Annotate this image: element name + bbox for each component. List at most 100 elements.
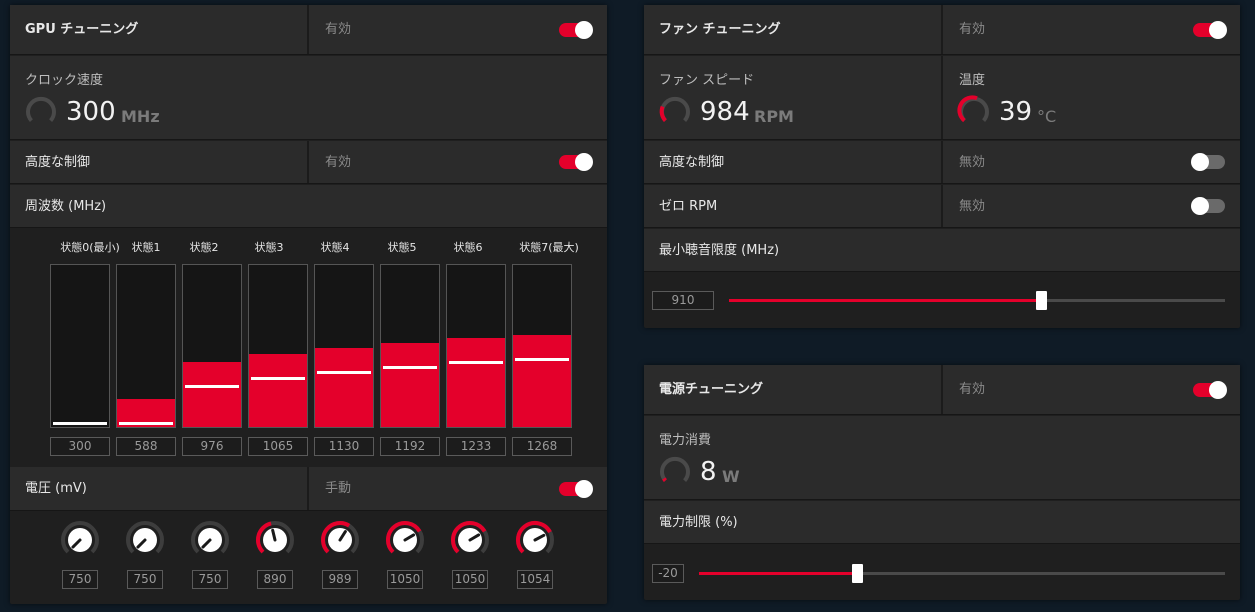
frequency-value-input[interactable]: 300: [50, 437, 110, 456]
state-label: 状態2: [189, 241, 219, 254]
power-limit-slider[interactable]: [699, 564, 1225, 583]
slider-fill: [729, 299, 1042, 302]
frequency-bar[interactable]: [116, 264, 176, 428]
gpu-advanced-status: 有効: [325, 155, 352, 170]
min-acoustic-row: 最小聴音限度 (MHz): [644, 229, 1240, 272]
gpu-advanced-toggle[interactable]: [559, 153, 593, 171]
gpu-advanced-label: 高度な制御: [25, 155, 91, 170]
frequency-bar[interactable]: [248, 264, 308, 428]
frequency-value-input[interactable]: 1130: [314, 437, 374, 456]
temperature-label: 温度: [959, 73, 986, 88]
frequency-value-input[interactable]: 1192: [380, 437, 440, 456]
voltage-dial[interactable]: [60, 520, 100, 560]
zero-rpm-label: ゼロ RPM: [659, 199, 718, 214]
frequency-value-input[interactable]: 1233: [446, 437, 506, 456]
gpu-tuning-title: GPU チューニング: [25, 22, 139, 37]
fan-speed-value: 984: [700, 97, 750, 127]
voltage-value-input[interactable]: 890: [257, 570, 293, 589]
frequency-header: 周波数 (MHz): [10, 185, 607, 228]
gauge-icon: [26, 96, 56, 122]
gpu-advanced-row: 高度な制御 有効: [10, 141, 607, 184]
fan-advanced-status: 無効: [959, 155, 986, 170]
power-tuning-status: 有効: [959, 382, 986, 397]
voltage-value-input[interactable]: 750: [127, 570, 163, 589]
zero-rpm-status: 無効: [959, 199, 986, 214]
voltage-dial[interactable]: [125, 520, 165, 560]
slider-fill: [699, 572, 857, 575]
fan-tuning-toggle[interactable]: [1193, 21, 1227, 39]
voltage-value-input[interactable]: 1050: [387, 570, 423, 589]
fan-speed-label: ファン スピード: [659, 73, 755, 88]
state-label: 状態6: [453, 241, 483, 254]
min-acoustic-label: 最小聴音限度 (MHz): [659, 243, 780, 258]
power-tuning-header: 電源チューニング 有効: [644, 365, 1240, 415]
voltage-value-input[interactable]: 750: [62, 570, 98, 589]
voltage-mode-status: 手動: [325, 481, 352, 496]
gauge-icon: [957, 95, 989, 123]
fan-tuning-header: ファン チューニング 有効: [644, 5, 1240, 55]
power-limit-row: 電力制限 (%): [644, 501, 1240, 544]
fan-advanced-row: 高度な制御 無効: [644, 141, 1240, 184]
state-label: 状態3: [254, 241, 284, 254]
power-limit-label: 電力制限 (%): [659, 515, 738, 530]
power-consumption-row: 電力消費 8 W: [644, 416, 1240, 500]
voltage-value-input[interactable]: 1050: [452, 570, 488, 589]
clock-speed-unit: MHz: [121, 107, 160, 126]
fan-tuning-status: 有効: [959, 22, 986, 37]
power-tuning-toggle[interactable]: [1193, 381, 1227, 399]
gpu-tuning-status: 有効: [325, 22, 352, 37]
frequency-value-input[interactable]: 1268: [512, 437, 572, 456]
fan-advanced-label: 高度な制御: [659, 155, 725, 170]
temperature-value: 39: [999, 97, 1033, 127]
power-limit-value-input[interactable]: -20: [652, 564, 684, 583]
voltage-value-input[interactable]: 1054: [517, 570, 553, 589]
frequency-bar[interactable]: [50, 264, 110, 428]
voltage-dial[interactable]: [385, 520, 425, 560]
frequency-bar[interactable]: [512, 264, 572, 428]
voltage-header: 電圧 (mV) 手動: [10, 467, 607, 511]
clock-speed-value: 300: [66, 97, 116, 127]
voltage-dial[interactable]: [190, 520, 230, 560]
voltage-value-input[interactable]: 989: [322, 570, 358, 589]
frequency-bar[interactable]: [314, 264, 374, 428]
state-label: 状態4: [320, 241, 350, 254]
voltage-dial[interactable]: [450, 520, 490, 560]
frequency-value-input[interactable]: 588: [116, 437, 176, 456]
voltage-title: 電圧 (mV): [25, 481, 87, 496]
frequency-bar[interactable]: [182, 264, 242, 428]
fan-speed-unit: RPM: [754, 107, 794, 126]
fan-tuning-title: ファン チューニング: [659, 22, 781, 37]
clock-speed-row: クロック速度 300 MHz: [10, 56, 607, 140]
frequency-value-input[interactable]: 976: [182, 437, 242, 456]
state-label: 状態5: [387, 241, 417, 254]
voltage-dial[interactable]: [255, 520, 295, 560]
power-consumption-label: 電力消費: [659, 433, 712, 448]
slider-thumb[interactable]: [851, 564, 863, 583]
zero-rpm-row: ゼロ RPM 無効: [644, 185, 1240, 228]
gpu-tuning-header: GPU チューニング 有効: [10, 5, 607, 55]
voltage-dial[interactable]: [320, 520, 360, 560]
slider-thumb[interactable]: [1036, 291, 1048, 310]
power-consumption-value: 8: [700, 457, 717, 487]
zero-rpm-toggle[interactable]: [1191, 197, 1225, 215]
fan-tuning-panel: ファン チューニング 有効 ファン スピード 984 RPM 温度 39 °C …: [644, 5, 1240, 328]
power-consumption-unit: W: [722, 467, 740, 486]
gauge-icon: [659, 96, 690, 123]
clock-speed-label: クロック速度: [25, 73, 104, 88]
voltage-toggle[interactable]: [559, 480, 593, 498]
gauge-icon: [660, 456, 690, 482]
frequency-value-input[interactable]: 1065: [248, 437, 308, 456]
frequency-bar[interactable]: [446, 264, 506, 428]
power-tuning-panel: 電源チューニング 有効 電力消費 8 W 電力制限 (%) -20: [644, 365, 1240, 600]
fan-metrics-row: ファン スピード 984 RPM 温度 39 °C: [644, 56, 1240, 140]
voltage-value-input[interactable]: 750: [192, 570, 228, 589]
min-acoustic-value-input[interactable]: 910: [652, 291, 714, 310]
gpu-tuning-toggle[interactable]: [559, 21, 593, 39]
min-acoustic-slider[interactable]: [729, 291, 1225, 310]
fan-advanced-toggle[interactable]: [1191, 153, 1225, 171]
frequency-bar[interactable]: [380, 264, 440, 428]
state-label: 状態7(最大): [519, 241, 579, 254]
frequency-title: 周波数 (MHz): [25, 199, 107, 214]
power-tuning-title: 電源チューニング: [659, 382, 764, 397]
voltage-dial[interactable]: [515, 520, 555, 560]
